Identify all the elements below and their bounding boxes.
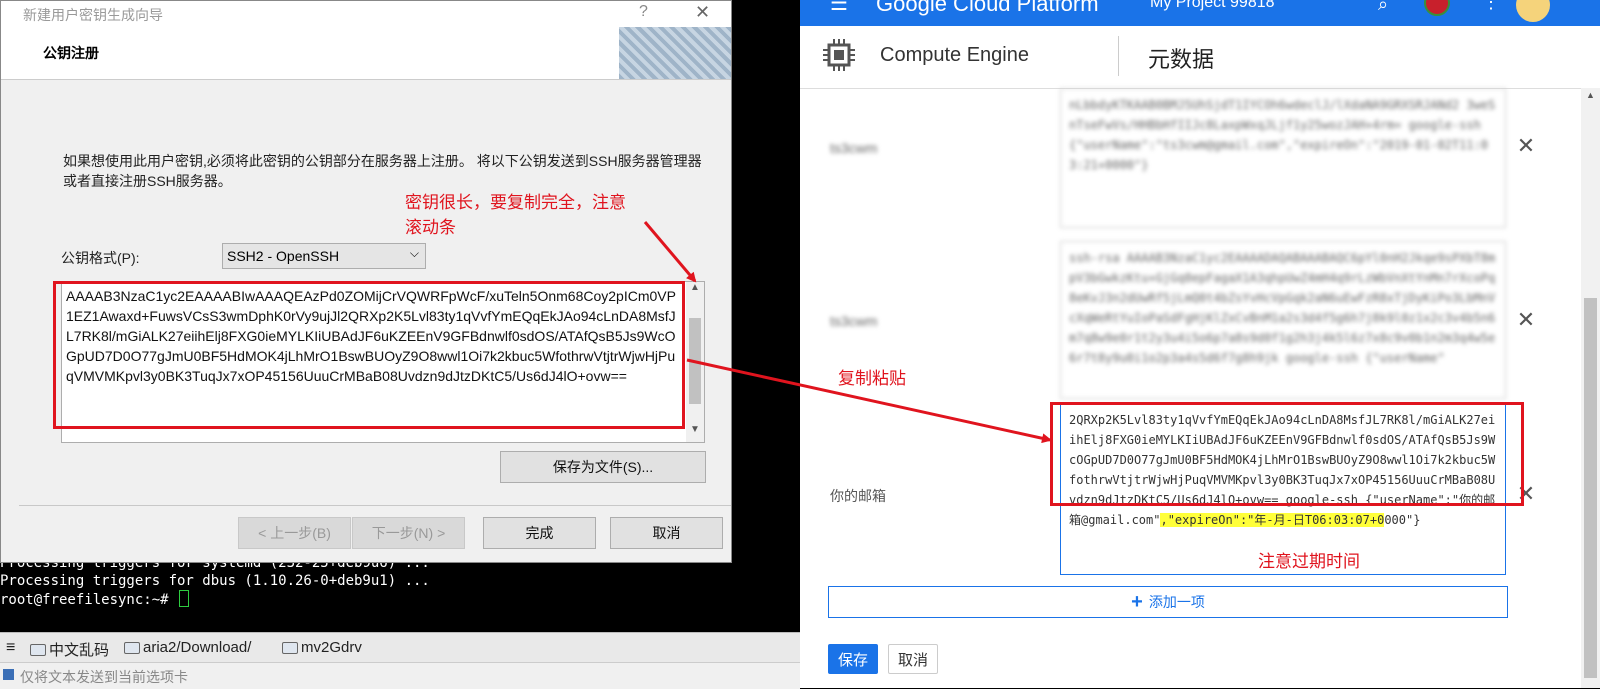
arrow-to-paste: [686, 358, 1052, 444]
arrow-to-scrollbar: [643, 221, 697, 283]
annotation-arrows: [643, 221, 1052, 444]
